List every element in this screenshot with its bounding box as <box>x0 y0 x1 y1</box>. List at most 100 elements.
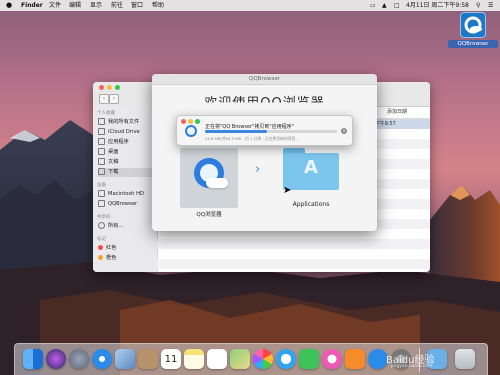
app-store-glyph-icon: A <box>304 157 318 178</box>
watermark-url: jingyan.baidu.com <box>391 364 433 369</box>
sidebar-item-label: 下载 <box>108 169 119 175</box>
zoom-icon[interactable] <box>115 85 120 90</box>
launchpad-icon[interactable] <box>69 349 89 369</box>
qqbrowser-app-icon[interactable] <box>180 148 238 208</box>
sidebar-item-label: iCloud Drive <box>108 129 140 135</box>
minimize-icon[interactable] <box>107 85 112 90</box>
sidebar-section-favorites: 个人收藏 <box>97 111 115 116</box>
installer-window: QQBrowser 欢迎使用QQ浏览器 QQ浏览器 › A ➤ Applicat… <box>152 74 377 231</box>
sidebar-section-shared: 共享的 <box>97 215 111 220</box>
menu-help[interactable]: 帮助 <box>152 0 164 11</box>
stop-copy-icon[interactable]: ✕ <box>341 128 347 134</box>
sidebar-item-label: 红色 <box>106 245 117 251</box>
qq-cloud-icon <box>206 178 228 188</box>
finder-icon[interactable] <box>23 349 43 369</box>
copy-title: 正在将"QQ Browser"拷贝到"应用程序" <box>205 124 294 130</box>
document-icon <box>98 158 105 165</box>
notes-icon[interactable] <box>184 349 204 369</box>
menu-clock[interactable]: 4月11日 周二下午9:58 <box>406 0 469 11</box>
apple-icon[interactable]: ● <box>6 0 12 11</box>
menu-app-name[interactable]: Finder <box>21 0 43 11</box>
all-files-icon <box>98 118 105 125</box>
desktop: ● Finder 文件 编辑 显示 前往 窗口 帮助 ▭ ▲ □ 4月11日 周… <box>0 0 500 375</box>
sidebar-item-documents[interactable]: 文稿 <box>98 158 156 167</box>
itunes-icon[interactable] <box>322 349 342 369</box>
qqbrowser-icon <box>185 125 197 137</box>
back-button[interactable]: ‹ <box>99 94 109 104</box>
sidebar-item-applications[interactable]: 应用程序 <box>98 138 156 147</box>
table-row <box>157 239 430 249</box>
sidebar-item-all-shared[interactable]: 所有... <box>98 222 156 231</box>
zoom-icon[interactable] <box>195 119 200 124</box>
messages-icon[interactable] <box>276 349 296 369</box>
sidebar-item-macintosh-hd[interactable]: Macintosh HD <box>98 190 156 199</box>
close-icon[interactable] <box>181 119 186 124</box>
sidebar-item-downloads[interactable]: 下载 <box>98 168 156 177</box>
sidebar-section-devices: 设备 <box>97 183 106 188</box>
sidebar-item-label: 应用程序 <box>108 139 129 145</box>
desktop-icon-label: QQBrowser <box>448 40 498 48</box>
menu-view[interactable]: 显示 <box>90 0 102 11</box>
sidebar-item-label: 桌面 <box>108 149 119 155</box>
applications-label: Applications <box>292 201 330 208</box>
forward-button[interactable]: › <box>109 94 119 104</box>
safari-icon[interactable] <box>92 349 112 369</box>
orange-tag-icon <box>98 255 103 260</box>
sidebar-section-tags: 标记 <box>97 237 106 242</box>
trash-icon[interactable] <box>455 349 475 369</box>
sidebar-item-label: 橙色 <box>106 255 117 261</box>
calendar-day: 11 <box>164 354 178 365</box>
spotlight-icon[interactable]: ⚲ <box>476 0 480 11</box>
notification-center-icon[interactable]: ☰ <box>488 0 493 11</box>
table-row <box>157 259 430 269</box>
airplay-icon[interactable]: ▭ <box>370 0 376 11</box>
input-source-icon[interactable]: □ <box>394 0 400 11</box>
sidebar-item-qqbrowser[interactable]: QQBrowser <box>98 200 156 209</box>
sidebar-item-label: 文稿 <box>108 159 119 165</box>
cloud-icon <box>98 128 105 135</box>
sidebar-item-tag-orange[interactable]: 橙色 <box>98 254 156 263</box>
menu-go[interactable]: 前往 <box>111 0 123 11</box>
menu-edit[interactable]: 编辑 <box>69 0 81 11</box>
sidebar-item-label: 我的所有文件 <box>108 119 140 125</box>
sidebar-item-icloud-drive[interactable]: iCloud Drive <box>98 128 156 137</box>
copy-status: 44.6 MB/共94.5 MB - 约 1 分钟 - 正在拷贝新的项目... <box>205 136 299 141</box>
contacts-icon[interactable] <box>138 349 158 369</box>
calendar-icon[interactable]: 11 <box>161 349 181 369</box>
wifi-icon[interactable]: ▲ <box>382 0 387 11</box>
menu-file[interactable]: 文件 <box>49 0 61 11</box>
sidebar-item-label: Macintosh HD <box>108 191 144 197</box>
sidebar-item-label: QQBrowser <box>108 201 138 207</box>
siri-icon[interactable] <box>46 349 66 369</box>
ibooks-icon[interactable] <box>345 349 365 369</box>
appstore-icon[interactable] <box>368 349 388 369</box>
copy-progress-dialog: 正在将"QQ Browser"拷贝到"应用程序" 44.6 MB/共94.5 M… <box>176 115 353 146</box>
reminders-icon[interactable] <box>207 349 227 369</box>
welcome-heading: 欢迎使用QQ浏览器 <box>204 96 325 111</box>
minimize-icon[interactable] <box>188 119 193 124</box>
table-row <box>157 249 430 259</box>
progress-bar <box>205 130 337 133</box>
mouse-cursor-icon: ➤ <box>283 185 292 196</box>
desktop-icon <box>98 148 105 155</box>
sidebar-item-label: 所有... <box>108 223 124 229</box>
chevron-right-icon: › <box>255 162 261 177</box>
facetime-icon[interactable] <box>299 349 319 369</box>
finder-sidebar: 个人收藏 我的所有文件 iCloud Drive 应用程序 桌面 文稿 下载 设… <box>93 106 158 272</box>
sidebar-item-all-files[interactable]: 我的所有文件 <box>98 118 156 127</box>
sidebar-item-tag-red[interactable]: 红色 <box>98 244 156 253</box>
network-icon <box>98 222 105 229</box>
applications-icon <box>98 138 105 145</box>
disk-image-icon <box>98 200 105 207</box>
hard-drive-icon <box>98 190 105 197</box>
sidebar-item-desktop[interactable]: 桌面 <box>98 148 156 157</box>
maps-icon[interactable] <box>230 349 250 369</box>
progress-fill <box>205 130 268 133</box>
photos-icon[interactable] <box>253 349 273 369</box>
close-icon[interactable] <box>99 85 104 90</box>
app-label: QQ浏览器 <box>196 212 222 218</box>
applications-folder-icon[interactable]: A <box>283 148 339 190</box>
mail-icon[interactable] <box>115 349 135 369</box>
menu-window[interactable]: 窗口 <box>131 0 143 11</box>
qqbrowser-disk-icon[interactable] <box>460 12 486 38</box>
